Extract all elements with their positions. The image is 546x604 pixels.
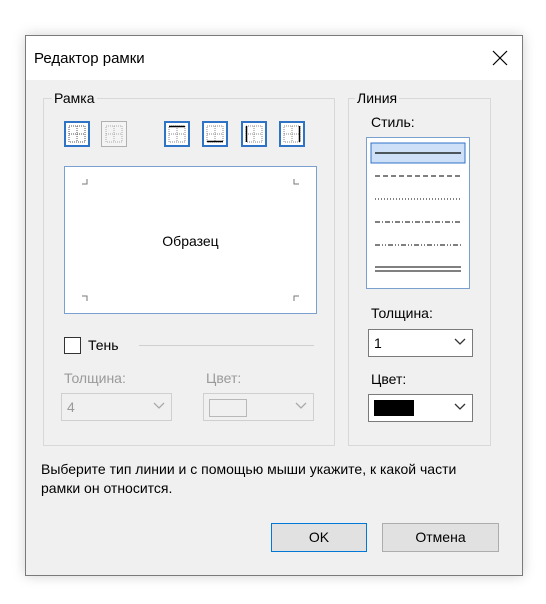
close-button[interactable] [478,36,522,80]
chevron-down-icon [454,403,466,410]
cancel-button[interactable]: Отмена [382,523,499,552]
shadow-thickness-value: 4 [67,399,75,415]
chevron-down-icon [295,402,307,409]
line-thickness-select[interactable]: 1 [368,329,473,357]
title-bar: Редактор рамки [26,36,522,80]
ok-button[interactable]: OK [271,523,367,552]
all-borders-button[interactable] [64,121,90,147]
shadow-thickness-select[interactable]: 4 [61,393,172,421]
shadow-label: Тень [88,337,119,353]
dialog-title: Редактор рамки [34,50,145,67]
chevron-down-icon [153,402,165,409]
right-border-button[interactable] [279,121,305,147]
border-sample-area[interactable]: Образец [64,166,317,314]
all-borders-icon [68,125,86,143]
hint-text: Выберите тип линии и с помощью мыши укаж… [41,461,457,496]
shadow-separator [139,345,314,346]
top-border-icon [168,125,186,143]
left-border-icon [245,125,263,143]
shadow-thickness-label: Толщина: [64,370,126,386]
shadow-color-select[interactable] [203,393,314,421]
line-thickness-label: Толщина: [371,305,433,321]
line-color-label: Цвет: [371,371,407,387]
no-borders-icon [105,125,123,143]
style-label: Стиль: [371,114,415,130]
bottom-border-button[interactable] [202,121,228,147]
line-style-samples [370,142,466,272]
right-border-icon [283,125,301,143]
shadow-checkbox[interactable] [64,337,81,354]
left-border-button[interactable] [241,121,267,147]
line-color-select[interactable] [368,394,473,422]
line-color-swatch [374,400,414,416]
bottom-border-icon [206,125,224,143]
top-border-button[interactable] [164,121,190,147]
shadow-color-label: Цвет: [206,370,242,386]
sample-text: Образец [162,233,219,249]
close-icon [492,50,508,66]
border-editor-dialog: Редактор рамки Рамка Образец Тень Толщин… [25,35,523,576]
no-borders-button[interactable] [101,121,127,147]
frame-group-legend: Рамка [52,90,97,106]
line-thickness-value: 1 [374,335,382,351]
shadow-color-swatch [209,399,247,417]
line-group-legend: Линия [355,90,400,106]
line-style-list[interactable] [366,137,470,289]
chevron-down-icon [454,338,466,345]
